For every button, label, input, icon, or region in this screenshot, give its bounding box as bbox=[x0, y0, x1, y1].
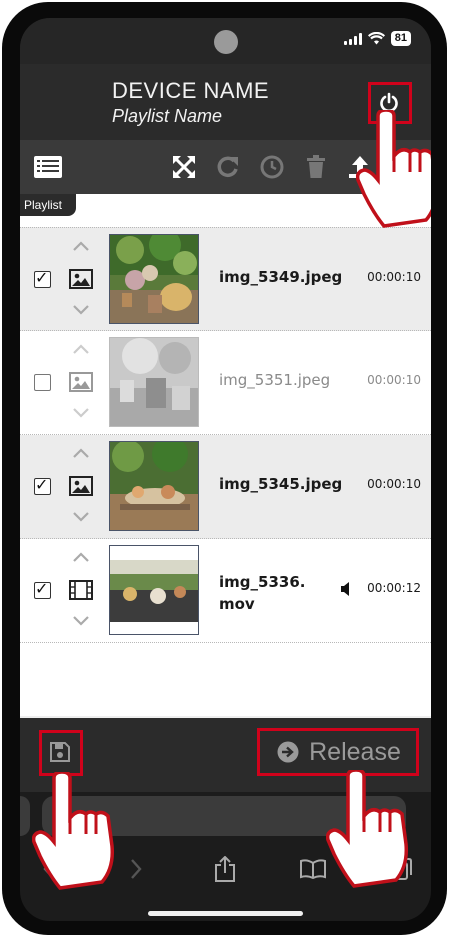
book-icon bbox=[300, 859, 326, 879]
duration: 00:00:10 bbox=[367, 270, 421, 284]
image-icon bbox=[69, 476, 93, 496]
duration: 00:00:12 bbox=[367, 581, 421, 595]
file-name: img_5345.jpeg bbox=[219, 475, 343, 493]
thumbnail bbox=[109, 441, 199, 531]
move-up-icon[interactable] bbox=[72, 447, 90, 459]
playlist-name: Playlist Name bbox=[112, 106, 223, 126]
camera-icon bbox=[214, 30, 238, 54]
status-icons: 81 bbox=[343, 31, 411, 46]
move-down-icon[interactable] bbox=[72, 615, 90, 627]
chevron-right-icon bbox=[131, 859, 142, 879]
hand-pointer-icon bbox=[32, 772, 115, 890]
thumbnail bbox=[109, 234, 199, 324]
save-button[interactable] bbox=[42, 734, 78, 770]
delete-button[interactable] bbox=[301, 152, 331, 182]
hand-pointer-icon bbox=[356, 110, 431, 228]
row-checkbox[interactable] bbox=[34, 374, 51, 391]
release-button[interactable]: Release bbox=[260, 730, 418, 774]
clock-icon bbox=[260, 155, 284, 179]
arrow-circle-right-icon bbox=[277, 741, 299, 763]
duration: 00:00:10 bbox=[367, 373, 421, 387]
fullscreen-icon bbox=[173, 156, 195, 178]
list-button[interactable] bbox=[32, 152, 64, 182]
schedule-button[interactable] bbox=[257, 152, 287, 182]
home-indicator bbox=[148, 911, 303, 916]
bookmarks-button[interactable] bbox=[298, 854, 328, 884]
playlist-items: ✓ img_5349.jpeg 00:00:10 img_5351.jpeg 0… bbox=[20, 227, 431, 643]
move-up-icon[interactable] bbox=[72, 240, 90, 252]
file-name: img_5349.jpeg bbox=[219, 268, 343, 286]
redo-button[interactable] bbox=[213, 152, 243, 182]
share-button[interactable] bbox=[210, 854, 240, 884]
battery-indicator: 81 bbox=[390, 31, 411, 46]
thumbnail bbox=[109, 337, 199, 427]
redo-icon bbox=[217, 156, 238, 178]
row-checkbox[interactable]: ✓ bbox=[34, 270, 51, 288]
thumbnail bbox=[109, 545, 199, 635]
image-icon bbox=[69, 269, 93, 289]
playlist-row[interactable]: ✓ bbox=[20, 227, 431, 331]
share-icon bbox=[215, 856, 235, 882]
signal-icon bbox=[343, 32, 362, 45]
app-screen: 81 DEVICE NAME Playlist Name Playlist ✓ … bbox=[20, 18, 431, 921]
image-icon bbox=[69, 372, 93, 392]
move-down-icon[interactable] bbox=[72, 304, 90, 316]
phone-frame: 81 DEVICE NAME Playlist Name Playlist ✓ … bbox=[2, 2, 447, 935]
wifi-icon bbox=[367, 32, 385, 45]
release-label: Release bbox=[309, 737, 401, 766]
move-up-icon[interactable] bbox=[72, 551, 90, 563]
file-name: img_5336.mov bbox=[219, 573, 306, 613]
playlist-row[interactable]: ✓ bbox=[20, 435, 431, 539]
floppy-disk-icon bbox=[50, 742, 70, 762]
playlist-content: Playlist ✓ img_5349.jpeg 00:00:10 img_53… bbox=[20, 194, 431, 716]
video-icon bbox=[69, 580, 93, 600]
previous-tab-edge[interactable] bbox=[20, 796, 30, 836]
fullscreen-button[interactable] bbox=[169, 152, 199, 182]
checkmark-icon: ✓ bbox=[35, 270, 49, 287]
device-name: DEVICE NAME bbox=[112, 78, 270, 103]
file-name: img_5351.jpeg bbox=[219, 371, 331, 389]
trash-icon bbox=[307, 155, 325, 178]
forward-button[interactable] bbox=[121, 854, 151, 884]
duration: 00:00:10 bbox=[367, 477, 421, 491]
move-down-icon[interactable] bbox=[72, 407, 90, 419]
playlist-tab[interactable]: Playlist bbox=[20, 194, 76, 216]
row-checkbox[interactable]: ✓ bbox=[34, 477, 51, 495]
checkmark-icon: ✓ bbox=[35, 477, 49, 494]
list-icon bbox=[34, 156, 62, 178]
move-down-icon[interactable] bbox=[72, 511, 90, 523]
move-up-icon[interactable] bbox=[72, 343, 90, 355]
checkmark-icon: ✓ bbox=[35, 581, 49, 598]
playlist-row[interactable]: ✓ bbox=[20, 539, 431, 643]
playlist-row[interactable]: img_5351.jpeg 00:00:10 bbox=[20, 331, 431, 435]
row-checkbox[interactable]: ✓ bbox=[34, 581, 51, 599]
speaker-icon bbox=[341, 582, 349, 596]
hand-pointer-icon bbox=[326, 770, 409, 888]
status-bar: 81 bbox=[20, 18, 431, 64]
